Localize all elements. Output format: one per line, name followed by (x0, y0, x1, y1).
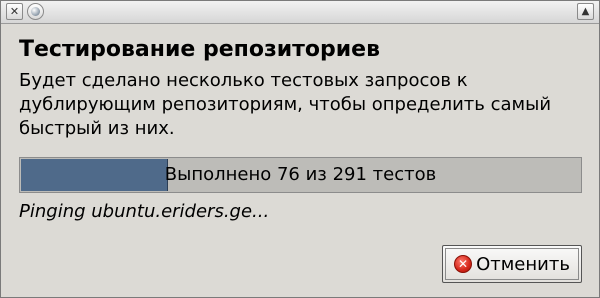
dialog-window: ✕ ▲ Тестирование репозиториев Будет сдел… (0, 0, 600, 298)
progress-text: Выполнено 76 из 291 тестов (164, 164, 437, 185)
app-icon[interactable] (27, 3, 44, 20)
cancel-button-label: Отменить (476, 253, 570, 275)
description-line: Будет сделано несколько тестовых запросо… (19, 70, 468, 91)
app-icon-orb (31, 7, 40, 16)
description-line: быстрый из них. (19, 118, 175, 139)
maximize-icon[interactable]: ▲ (577, 3, 594, 20)
dialog-description: Будет сделано несколько тестовых запросо… (19, 69, 589, 141)
status-text: Pinging ubuntu.eriders.ge... (19, 201, 270, 222)
close-icon[interactable]: ✕ (6, 3, 23, 20)
dialog-heading: Тестирование репозиториев (19, 37, 381, 62)
cancel-icon: ✕ (454, 255, 473, 273)
description-line: дублирующим репозиториям, чтобы определи… (19, 94, 552, 115)
progress-bar: Выполнено 76 из 291 тестов (19, 157, 582, 193)
title-bar[interactable]: ✕ ▲ (1, 1, 599, 24)
cancel-button[interactable]: ✕ Отменить (442, 245, 582, 283)
